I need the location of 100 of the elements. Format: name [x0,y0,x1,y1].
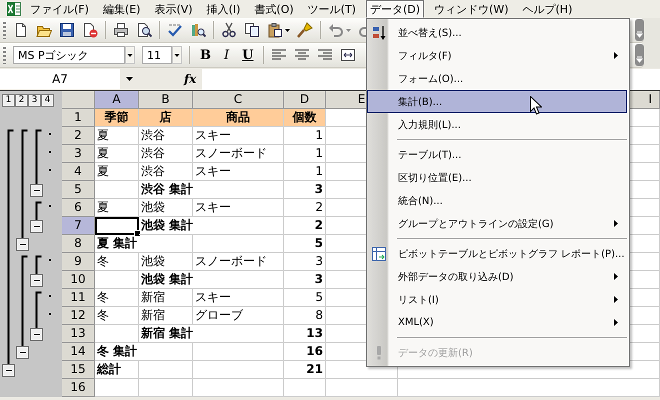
collapse-button[interactable] [30,328,43,340]
collapse-button[interactable] [30,274,43,286]
menu-option[interactable]: 外部データの取り込み(D) [366,265,627,288]
menu-option[interactable]: フォーム(O)... [366,67,627,90]
detail-row-marker [49,151,51,153]
toolbar-options-icon[interactable] [635,44,644,66]
collapse-button[interactable] [30,220,43,232]
menu-item[interactable]: ツール(T) [304,0,360,18]
collapse-button[interactable] [30,184,43,196]
row-header[interactable]: 5 [62,181,95,199]
copy-icon[interactable] [244,22,260,38]
menu-option[interactable]: 区切り位置(E)... [366,166,627,189]
menu-item[interactable]: データ(D) [366,0,424,18]
column-header[interactable]: C [193,91,284,109]
italic-button[interactable]: I [221,46,232,64]
column-header[interactable]: B [139,91,193,109]
row-header[interactable]: 12 [62,307,95,325]
menu-option[interactable]: グループとアウトラインの設定(G) [366,212,627,235]
table-cell: 1 [284,127,326,145]
table-cell: 13 [284,325,326,343]
table-cell: 16 [284,343,326,361]
name-box[interactable]: A7 [0,69,120,89]
table-cell: 池袋 集計 [139,217,284,235]
clipboard-icon[interactable] [267,22,283,38]
print-preview-icon[interactable] [136,22,152,38]
dropdown-arrow-icon[interactable] [126,77,133,81]
row-header[interactable]: 13 [62,325,95,343]
collapse-button[interactable] [16,238,29,250]
toolbar-grip[interactable] [3,22,6,38]
menu-item[interactable]: 編集(E) [98,0,144,18]
collapse-button[interactable] [2,364,15,376]
table-cell: 夏 [95,163,139,181]
menu-item[interactable]: ファイル(F) [26,0,93,18]
row-header[interactable]: 6 [62,199,95,217]
outline-level-button[interactable]: 1 [2,94,15,106]
row-header[interactable]: 15 [62,361,95,379]
menu-option[interactable]: 並べ替え(S)... [366,21,627,44]
exclamation-icon [376,346,382,360]
row-header[interactable]: 16 [62,379,95,397]
row-header[interactable]: 2 [62,127,95,145]
menu-option[interactable]: 統合(N)... [366,189,627,212]
table-cell: 冬 [95,253,139,271]
table-cell: 夏 [95,145,139,163]
column-header[interactable]: A [95,91,139,109]
table-cell: 1 [284,145,326,163]
table-cell: 渋谷 [139,145,193,163]
font-size-field[interactable]: 11 [142,46,172,64]
empty-cell [139,379,193,397]
caret-icon[interactable] [285,28,290,32]
menu-option[interactable]: 集計(B)... [366,90,627,113]
toolbar-options-icon[interactable] [635,19,644,41]
menu-item[interactable]: ヘルプ(H) [518,0,576,18]
table-cell: 新宿 集計 [139,325,284,343]
menu-item[interactable]: ウィンドウ(W) [430,0,512,18]
outline-level-button[interactable]: 4 [41,94,54,106]
font-name-field[interactable]: MS Pゴシック [13,46,125,64]
table-cell: 2 [284,217,326,235]
outline-level-button[interactable]: 3 [28,94,41,106]
function-label[interactable]: fx [184,72,196,86]
table-cell: スキー [193,289,284,307]
empty-cell [284,379,326,397]
books-magnifier-icon[interactable] [190,22,206,38]
menu-item[interactable]: 表示(V) [150,0,197,18]
undo-arrow-icon[interactable] [328,22,344,38]
row-header[interactable]: 8 [62,235,95,253]
column-header[interactable]: D [284,91,326,109]
row-header[interactable]: 4 [62,163,95,181]
menu-option[interactable]: テーブル(T)... [366,143,627,166]
menu-item[interactable]: 挿入(I) [202,0,244,18]
toolbar-grip[interactable] [3,46,6,64]
spreadsheet-app-icon[interactable] [6,1,22,17]
printer-icon[interactable] [113,22,129,38]
row-header[interactable]: 7 [62,217,95,235]
underline-button[interactable]: U [239,46,256,64]
menu-option[interactable]: リスト(I) [366,288,627,311]
menu-option[interactable]: ピボットテーブルとピボットグラフ レポート(P)... [366,242,627,265]
detail-row-marker [49,133,51,135]
document-permission-icon[interactable] [82,22,98,38]
scissors-icon[interactable] [221,22,237,38]
menu-option[interactable]: XML(X) [366,311,627,334]
menu-option[interactable]: 入力規則(L)... [366,113,627,136]
table-cell: 渋谷 集計 [139,181,284,199]
paintbrush-icon[interactable] [297,22,313,38]
menu-option[interactable]: フィルタ(F) [366,44,627,67]
row-header[interactable]: 11 [62,289,95,307]
check-mark-icon[interactable] [167,22,183,38]
row-header[interactable]: 14 [62,343,95,361]
table-cell: 1 [284,163,326,181]
row-header[interactable]: 3 [62,145,95,163]
outline-level-button[interactable]: 2 [15,94,28,106]
row-header[interactable]: 10 [62,271,95,289]
active-cell[interactable] [95,217,139,235]
bold-button[interactable]: B [197,46,214,64]
menu-item[interactable]: 書式(O) [250,0,298,18]
row-header[interactable]: 9 [62,253,95,271]
row-header[interactable]: 1 [62,109,95,127]
merge-cells-icon[interactable] [340,47,356,63]
table-cell: 3 [284,181,326,199]
collapse-button[interactable] [16,346,29,358]
new-document-icon[interactable] [13,22,29,38]
